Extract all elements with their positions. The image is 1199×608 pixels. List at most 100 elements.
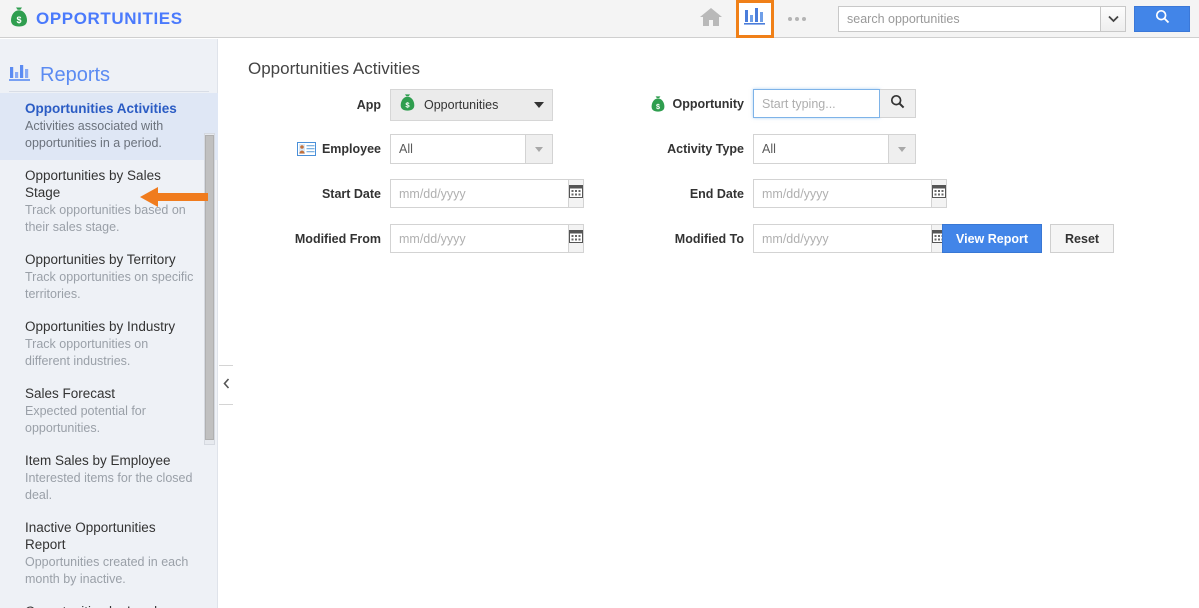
view-report-button[interactable]: View Report: [942, 224, 1043, 253]
money-bag-icon: $: [9, 6, 29, 33]
home-icon: [699, 6, 723, 33]
sidebar-collapse-button[interactable]: [219, 365, 234, 405]
start-date-field: [390, 179, 584, 208]
app-root: $ OPPORTUNITIES search opportunities Rep…: [0, 0, 1199, 608]
sidebar-heading-label: Reports: [40, 63, 111, 86]
activity-type-value: All: [753, 134, 888, 164]
end-date-field: [753, 179, 947, 208]
search-scope-dropdown[interactable]: [1100, 6, 1126, 32]
form-row-employee-activity: Employee All Activity Type All: [233, 134, 1199, 179]
modified-from-field: [390, 224, 584, 253]
modified-to-label: Modified To: [674, 231, 744, 246]
page-title: Opportunities Activities: [248, 59, 420, 78]
employee-dropdown-button[interactable]: [525, 134, 553, 164]
start-date-label: Start Date: [321, 186, 381, 201]
app-label: App: [356, 98, 381, 112]
modified-to-field: [753, 224, 947, 253]
report-list-item[interactable]: Opportunities by Sales Stage Track opport…: [0, 160, 218, 244]
bar-chart-icon: [744, 7, 766, 32]
calendar-icon: [569, 184, 583, 203]
brand-title: OPPORTUNITIES: [36, 9, 183, 28]
report-list-item[interactable]: Opportunities Activities Activities assoc…: [0, 93, 218, 160]
report-item-name: Opportunities by Industry: [25, 319, 176, 334]
opportunity-lookup: [753, 89, 916, 118]
modified-to-input[interactable]: [753, 224, 931, 253]
report-list[interactable]: Opportunities Activities Activities assoc…: [0, 93, 218, 608]
calendar-icon: [932, 184, 946, 203]
reports-button[interactable]: [736, 0, 774, 38]
app-dropdown[interactable]: $ Opportunities: [390, 89, 553, 121]
triangle-down-icon: [535, 146, 543, 152]
report-item-description: Interested items for the closed deal.: [25, 471, 193, 502]
report-item-description: Track opportunities based on their sales…: [25, 203, 186, 234]
top-header-bar: $ OPPORTUNITIES: [0, 0, 1199, 38]
search-submit-button[interactable]: [1134, 6, 1190, 32]
reset-button[interactable]: Reset: [1050, 224, 1115, 253]
contact-card-icon: [296, 142, 316, 156]
money-bag-icon: $: [399, 93, 416, 117]
main-content: Opportunities Activities App $ Opportuni…: [233, 39, 1199, 608]
more-options-button[interactable]: [778, 0, 816, 38]
employee-label: Employee: [321, 142, 381, 156]
triangle-down-icon: [898, 146, 906, 152]
report-list-item[interactable]: Opportunities by Lead SourceOpportunitie…: [0, 596, 218, 608]
start-date-input[interactable]: [390, 179, 568, 208]
form-row-modified-dates: Modified From mm/dd/yyyy Modified To mm/…: [233, 224, 1199, 269]
activity-type-dropdown[interactable]: All: [753, 134, 916, 164]
form-actions: View Report Reset: [942, 224, 1115, 253]
report-item-name: Opportunities Activities: [25, 101, 177, 116]
report-list-item[interactable]: Opportunities by Industry Track opportuni…: [0, 311, 218, 378]
activity-type-dropdown-button[interactable]: [888, 134, 916, 164]
employee-dropdown[interactable]: All: [390, 134, 553, 164]
opportunity-label: Opportunity: [672, 96, 744, 111]
report-list-item[interactable]: Item Sales by Employee Interested items f…: [0, 445, 218, 512]
report-item-name: Inactive Opportunities Report: [25, 520, 156, 552]
sidebar-heading: Reports: [0, 39, 217, 91]
home-button[interactable]: [692, 0, 730, 38]
report-item-description: Track opportunities on specific territor…: [25, 270, 194, 301]
report-list-item[interactable]: Sales Forecast Expected potential for opp…: [0, 378, 218, 445]
report-item-name: Item Sales by Employee: [25, 453, 171, 468]
end-date-input[interactable]: [753, 179, 931, 208]
report-item-name: Opportunities by Lead Source: [25, 603, 194, 608]
ellipsis-icon: [788, 17, 806, 21]
report-item-name: Opportunities by Sales Stage: [25, 168, 161, 200]
report-item-description: Expected potential for opportunities.: [25, 404, 146, 435]
search-icon: [890, 94, 905, 114]
report-item-name: Sales Forecast: [25, 386, 116, 401]
triangle-down-icon: [534, 102, 544, 108]
report-list-item[interactable]: Opportunities by Territory Track opportun…: [0, 244, 218, 311]
report-item-description: Track opportunities on different industr…: [25, 337, 149, 368]
sidebar-divider: [9, 91, 209, 92]
form-row-app-opportunity: App $ Opportunities $ Opportunity Start …: [233, 89, 1199, 134]
search-icon: [1155, 9, 1170, 29]
end-date-calendar-button[interactable]: [931, 179, 947, 208]
report-list-item[interactable]: Inactive Opportunities Report Opportuniti…: [0, 512, 218, 596]
chevron-down-icon: [1107, 10, 1119, 28]
bar-chart-icon: [9, 63, 31, 88]
global-search: [838, 6, 1199, 32]
app-value: Opportunities: [424, 98, 499, 112]
svg-text:$: $: [16, 15, 21, 25]
sidebar-scrollbar-thumb[interactable]: [205, 135, 214, 440]
report-item-name: Opportunities by Territory: [25, 252, 176, 267]
report-item-description: Activities associated with opportunities…: [25, 119, 164, 150]
report-item-description: Opportunities created in each month by i…: [25, 555, 189, 586]
modified-from-input[interactable]: [390, 224, 568, 253]
reports-sidebar: Reports Opportunities Activities Activiti…: [0, 39, 218, 608]
calendar-icon: [569, 229, 583, 248]
opportunity-input[interactable]: [753, 89, 880, 118]
top-toolbar: [692, 0, 1199, 38]
search-input[interactable]: [838, 6, 1100, 32]
start-date-calendar-button[interactable]: [568, 179, 584, 208]
modified-from-calendar-button[interactable]: [568, 224, 584, 253]
brand-logo[interactable]: $ OPPORTUNITIES: [9, 0, 183, 38]
activity-type-label: Activity Type: [667, 142, 744, 156]
opportunity-search-button[interactable]: [880, 89, 916, 118]
report-filter-form: App $ Opportunities $ Opportunity Start …: [233, 89, 1199, 269]
employee-value: All: [390, 134, 525, 164]
chevron-left-icon: [222, 378, 230, 392]
end-date-label: End Date: [689, 186, 744, 201]
money-bag-icon: $: [650, 95, 666, 113]
svg-text:$: $: [656, 101, 660, 110]
